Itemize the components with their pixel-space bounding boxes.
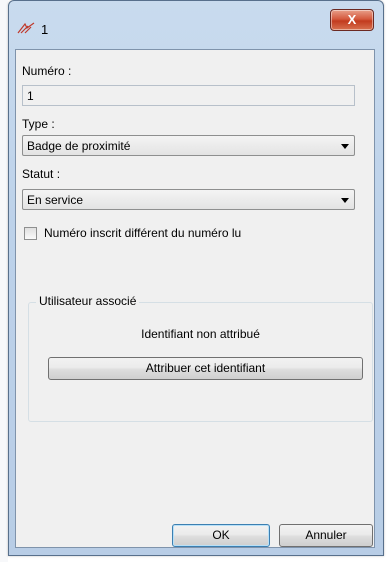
badge-app-icon [17,22,35,34]
type-select[interactable]: Badge de proximité [22,135,355,156]
chevron-down-icon [341,144,349,149]
chevron-down-icon [341,198,349,203]
window-title: 1 [41,22,49,37]
numero-label: Numéro : [22,64,72,78]
statut-select[interactable]: En service [22,189,355,210]
statut-select-value: En service [27,193,84,207]
type-label: Type : [22,117,55,131]
close-button[interactable]: X [330,9,374,31]
background-strip [0,0,8,562]
numero-different-label[interactable]: Numéro inscrit différent du numéro lu [44,226,241,240]
numero-field[interactable]: 1 [22,85,355,106]
title-bar[interactable]: 1 X [9,1,383,45]
ok-button[interactable]: OK [172,524,270,547]
associated-user-legend: Utilisateur associé [36,294,140,308]
statut-label: Statut : [22,167,61,181]
assign-identifier-button[interactable]: Attribuer cet identifiant [48,357,363,380]
numero-different-checkbox[interactable] [24,227,37,240]
cancel-button[interactable]: Annuler [279,524,373,547]
type-select-value: Badge de proximité [27,139,131,153]
identifier-status-text: Identifiant non attribué [141,327,260,341]
